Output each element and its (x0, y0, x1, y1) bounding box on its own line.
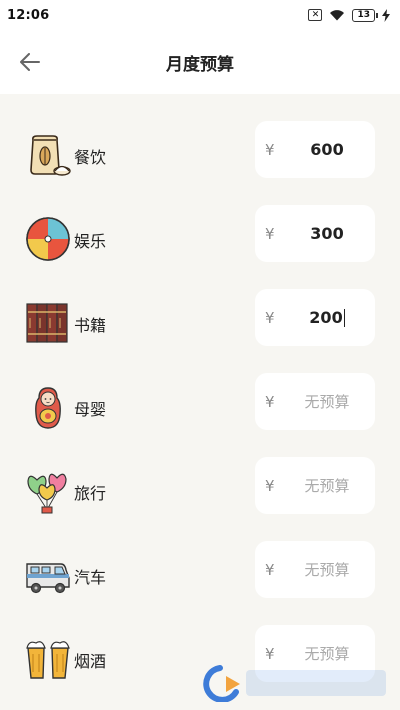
text-caret (343, 309, 345, 328)
budget-placeholder: 无预算 (304, 477, 350, 495)
budget-value: 600 (310, 140, 344, 159)
list-item: 书籍 ¥ 200 (0, 288, 400, 372)
camper-van-icon (25, 552, 71, 598)
list-item: 汽车 ¥ 无预算 (0, 540, 400, 624)
currency-symbol: ¥ (265, 476, 275, 495)
category-label: 餐饮 (74, 148, 107, 167)
beer-mugs-icon (25, 636, 71, 682)
budget-value: 300 (310, 224, 344, 243)
flour-sack-icon (25, 132, 71, 178)
budget-input[interactable]: ¥ 无预算 (255, 541, 375, 598)
currency-symbol: ¥ (265, 392, 275, 411)
budget-input[interactable]: ¥ 无预算 (255, 457, 375, 514)
wifi-icon (330, 10, 345, 21)
balloons-icon (25, 468, 71, 514)
list-item: 母婴 ¥ 无预算 (0, 372, 400, 456)
battery-icon: 13 (352, 8, 378, 22)
budget-placeholder: 无预算 (304, 561, 350, 579)
budget-input[interactable]: ¥ 200 (255, 289, 375, 346)
budget-value-text: 200 (309, 307, 343, 327)
app-header: 月度预算 (0, 30, 400, 94)
back-button[interactable] (14, 46, 46, 78)
budget-value: 200 (285, 308, 369, 328)
currency-symbol: ¥ (265, 560, 275, 579)
category-label: 汽车 (74, 568, 107, 587)
charging-icon (382, 8, 390, 22)
currency-symbol: ¥ (265, 308, 275, 327)
list-item: 旅行 ¥ 无预算 (0, 456, 400, 540)
category-label: 娱乐 (74, 232, 107, 251)
list-item: 娱乐 ¥ 300 (0, 204, 400, 288)
status-bar: 12:06 ✕ 13 (0, 0, 400, 30)
currency-symbol: ¥ (265, 224, 275, 243)
page-title: 月度预算 (166, 54, 234, 75)
budget-input[interactable]: ¥ 300 (255, 205, 375, 262)
watermark-logo (200, 662, 390, 702)
category-label: 烟酒 (74, 652, 107, 671)
budget-input[interactable]: ¥ 无预算 (255, 373, 375, 430)
beach-ball-icon (25, 216, 71, 262)
no-sim-icon: ✕ (308, 9, 323, 21)
budget-placeholder: 无预算 (304, 645, 350, 663)
category-label: 书籍 (74, 316, 107, 335)
arrow-left-icon (20, 53, 40, 71)
battery-level: 13 (357, 10, 370, 20)
category-label: 母婴 (74, 400, 107, 419)
books-icon (25, 300, 71, 346)
list-item: 餐饮 ¥ 600 (0, 120, 400, 204)
budget-input[interactable]: ¥ 600 (255, 121, 375, 178)
currency-symbol: ¥ (265, 140, 275, 159)
category-label: 旅行 (74, 484, 107, 503)
status-icons: ✕ 13 (308, 8, 390, 22)
currency-symbol: ¥ (265, 644, 275, 663)
status-time: 12:06 (7, 7, 50, 23)
matryoshka-doll-icon (25, 384, 71, 430)
budget-placeholder: 无预算 (304, 393, 350, 411)
